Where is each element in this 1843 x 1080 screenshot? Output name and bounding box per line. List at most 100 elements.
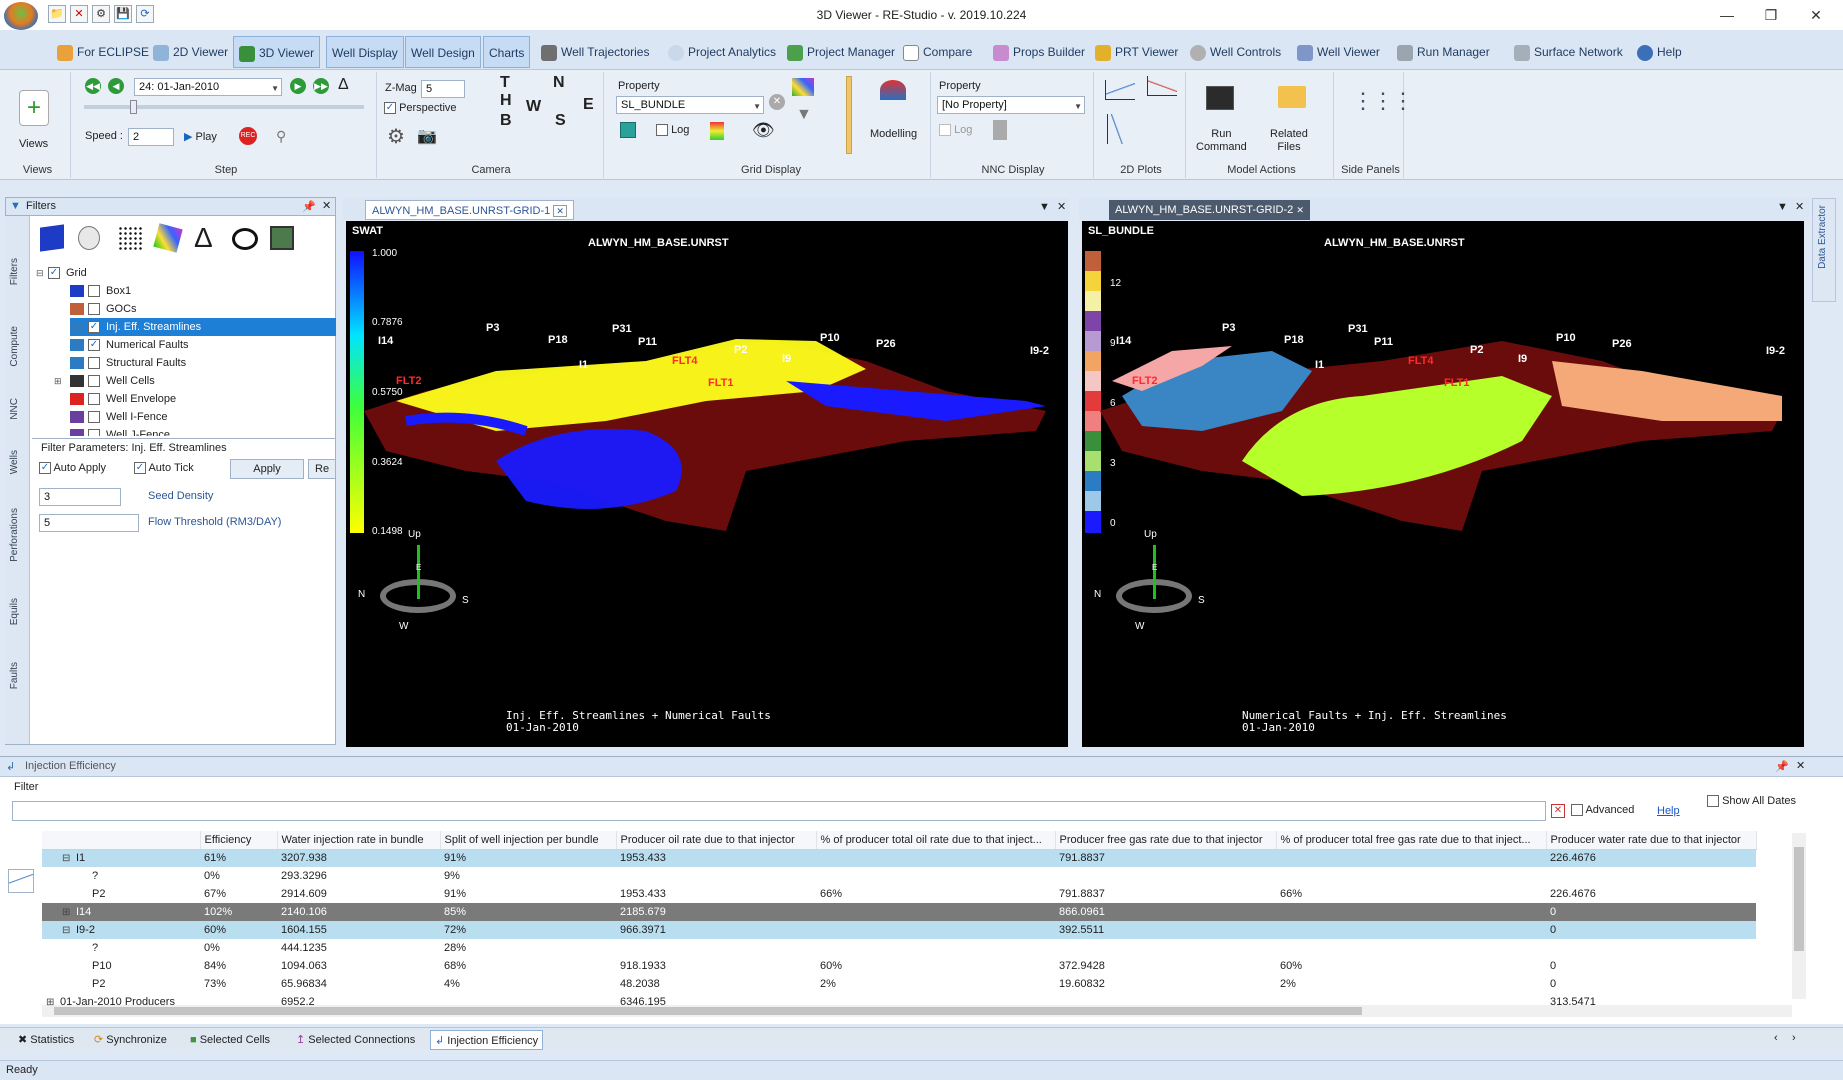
tab-selected-connections[interactable]: ↥ Selected Connections xyxy=(292,1030,419,1050)
minimize-button[interactable]: — xyxy=(1707,4,1747,26)
filter-tree-item[interactable]: Well I-Fence xyxy=(70,408,336,426)
tree-item-checkbox[interactable] xyxy=(88,285,100,298)
cube-icon[interactable] xyxy=(620,122,636,138)
viewer2-canvas[interactable]: SL_BUNDLE ALWYN_HM_BASE.UNRST 12 9 6 3 0… xyxy=(1082,221,1804,747)
clear-property-icon[interactable]: ✕ xyxy=(769,94,785,110)
grid-log-checkbox[interactable]: Log xyxy=(656,124,689,137)
tab-synchronize[interactable]: ⟳ Synchronize xyxy=(90,1030,171,1050)
delta-icon[interactable]: Δ xyxy=(338,76,349,94)
view-top-button[interactable]: T xyxy=(500,74,510,92)
viewer2-close-icon[interactable]: ✕ xyxy=(1795,200,1804,213)
lasso-filter-icon[interactable] xyxy=(232,228,258,250)
record-icon[interactable]: REC xyxy=(239,127,257,145)
auto-tick-checkbox[interactable]: ✓ Auto Tick xyxy=(134,462,194,475)
side-panels-icon[interactable]: ⋮⋮⋮ xyxy=(1352,88,1414,114)
menu-project-manager[interactable]: Project Manager xyxy=(782,36,900,68)
filter-tree-item[interactable]: Structural Faults xyxy=(70,354,336,372)
pin-icon[interactable]: 📌 xyxy=(302,200,316,213)
color-filter-icon[interactable] xyxy=(153,223,183,253)
tree-expander-icon[interactable]: ⊞ xyxy=(54,372,70,390)
clear-filter-icon[interactable]: ✕ xyxy=(1551,804,1565,818)
viewer1-tab[interactable]: ALWYN_HM_BASE.UNRST-GRID-1 ✕ xyxy=(365,200,574,220)
nnc-log-checkbox[interactable]: Log xyxy=(939,124,972,137)
injection-pin-icon[interactable]: 📌 xyxy=(1775,760,1789,773)
col-oil-pct[interactable]: % of producer total oil rate due to that… xyxy=(816,831,1056,850)
prev-step-icon[interactable]: ◀ xyxy=(108,78,124,94)
view-south-button[interactable]: S xyxy=(555,112,566,130)
flow-threshold-input[interactable]: 5 xyxy=(39,514,139,532)
filter-tree-item[interactable]: Box1 xyxy=(70,282,336,300)
col-gas-pct[interactable]: % of producer total free gas rate due to… xyxy=(1276,831,1547,850)
view-h-button[interactable]: H xyxy=(500,92,512,110)
filters-close-icon[interactable]: ✕ xyxy=(322,199,331,212)
menu-surface-network[interactable]: Surface Network xyxy=(1509,36,1628,68)
col-well[interactable] xyxy=(42,831,201,850)
tree-item-checkbox[interactable] xyxy=(88,429,100,436)
filter-tree-item[interactable]: ✓ Inj. Eff. Streamlines xyxy=(70,318,336,336)
viewer2-scene[interactable] xyxy=(1082,221,1804,747)
auto-apply-checkbox[interactable]: ✓ Auto Apply xyxy=(39,462,106,475)
filter-tree-item[interactable]: ⊟ ✓ Grid xyxy=(36,264,336,282)
chart-toggle-icon[interactable] xyxy=(8,869,34,893)
col-gas-rate[interactable]: Producer free gas rate due to that injec… xyxy=(1055,831,1277,850)
menu-3d-viewer[interactable]: 3D Viewer xyxy=(233,36,321,68)
tree-item-checkbox[interactable] xyxy=(88,375,100,388)
step-slider[interactable] xyxy=(84,100,364,114)
table-row[interactable]: P2 73% 65.96834 4% 48.2038 2% 19.60832 2% 0 xyxy=(42,975,1756,993)
run-command-button[interactable]: Run Command xyxy=(1196,128,1247,154)
close-button[interactable]: ✕ xyxy=(1796,4,1836,26)
last-step-icon[interactable]: ▶▶ xyxy=(313,78,329,94)
modelling-button[interactable]: Modelling xyxy=(870,128,917,140)
menu-2d-viewer[interactable]: 2D Viewer xyxy=(148,36,233,68)
row-expander-icon[interactable]: ⊞ xyxy=(62,907,76,918)
tree-item-checkbox[interactable]: ✓ xyxy=(88,339,100,352)
tree-item-checkbox[interactable]: ✓ xyxy=(88,321,100,334)
sphere-filter-icon[interactable] xyxy=(78,226,100,250)
col-water-rate[interactable]: Producer water rate due to that injector xyxy=(1546,831,1757,850)
play-button[interactable]: ▶ Play xyxy=(184,130,217,143)
filter-tree-item[interactable]: ✓ Numerical Faults xyxy=(70,336,336,354)
tool-icon[interactable]: ⚲ xyxy=(276,128,286,145)
reset-button[interactable]: Re xyxy=(308,459,336,479)
profile-plot-icon[interactable] xyxy=(1107,114,1127,144)
viewer1-canvas[interactable]: SWAT ALWYN_HM_BASE.UNRST 1.000 0.7876 0.… xyxy=(346,221,1068,747)
menu-well-design[interactable]: Well Design xyxy=(405,36,481,68)
filter-input[interactable] xyxy=(12,801,1546,821)
table-vscroll-thumb[interactable] xyxy=(1794,847,1804,951)
apply-button[interactable]: Apply xyxy=(230,459,304,479)
tree-item-checkbox[interactable] xyxy=(88,393,100,406)
side-tab-compute[interactable]: Compute xyxy=(9,326,20,367)
table-row[interactable]: ⊞ I14 102% 2140.106 85% 2185.679 866.0961 0 xyxy=(42,903,1756,921)
filter-tree-item[interactable]: ⊞ Well Cells xyxy=(54,372,336,390)
tree-item-checkbox[interactable] xyxy=(88,357,100,370)
menu-run-manager[interactable]: Run Manager xyxy=(1392,36,1495,68)
modelling-icon[interactable] xyxy=(880,80,906,100)
side-tab-wells[interactable]: Wells xyxy=(9,450,20,474)
tabs-scroll-left-icon[interactable]: ‹ xyxy=(1774,1032,1778,1044)
points-filter-icon[interactable] xyxy=(118,226,144,250)
view-bottom-button[interactable]: B xyxy=(500,112,512,130)
menu-compare[interactable]: Compare xyxy=(898,36,977,68)
next-step-icon[interactable]: ▶ xyxy=(290,78,306,94)
row-expander-icon[interactable]: ⊟ xyxy=(62,925,76,936)
box-filter-icon[interactable] xyxy=(40,224,64,252)
menu-prt-viewer[interactable]: PRT Viewer xyxy=(1090,36,1183,68)
table-row[interactable]: ⊟ I9-2 60% 1604.155 72% 966.3971 392.5511 0 xyxy=(42,921,1756,939)
settings-gear-icon[interactable]: ⚙ xyxy=(387,124,405,149)
table-row[interactable]: ? 0% 293.3296 9% xyxy=(42,867,1756,885)
tabs-scroll-right-icon[interactable]: › xyxy=(1792,1032,1796,1044)
viewer1-tab-close-icon[interactable]: ✕ xyxy=(553,205,567,217)
filter-tree-item[interactable]: Well Envelope xyxy=(70,390,336,408)
run-command-icon[interactable] xyxy=(1206,86,1234,110)
col-water-injection[interactable]: Water injection rate in bundle xyxy=(277,831,441,850)
show-all-dates-checkbox[interactable]: Show All Dates xyxy=(1707,795,1796,808)
hide-icon[interactable]: 👁 xyxy=(752,120,775,141)
first-step-icon[interactable]: ◀◀ xyxy=(85,78,101,94)
tree-expander-icon[interactable]: ⊟ xyxy=(36,264,48,282)
view-north-button[interactable]: N xyxy=(553,74,565,92)
viewer2-tab-close-icon[interactable]: ✕ xyxy=(1296,205,1304,215)
add-view-icon[interactable]: + xyxy=(19,90,49,126)
filter-tree-item[interactable]: GOCs xyxy=(70,300,336,318)
data-extractor-tab[interactable]: Data Extractor xyxy=(1812,198,1836,302)
step-date-select[interactable]: 24: 01-Jan-2010 ▼ xyxy=(134,78,282,96)
